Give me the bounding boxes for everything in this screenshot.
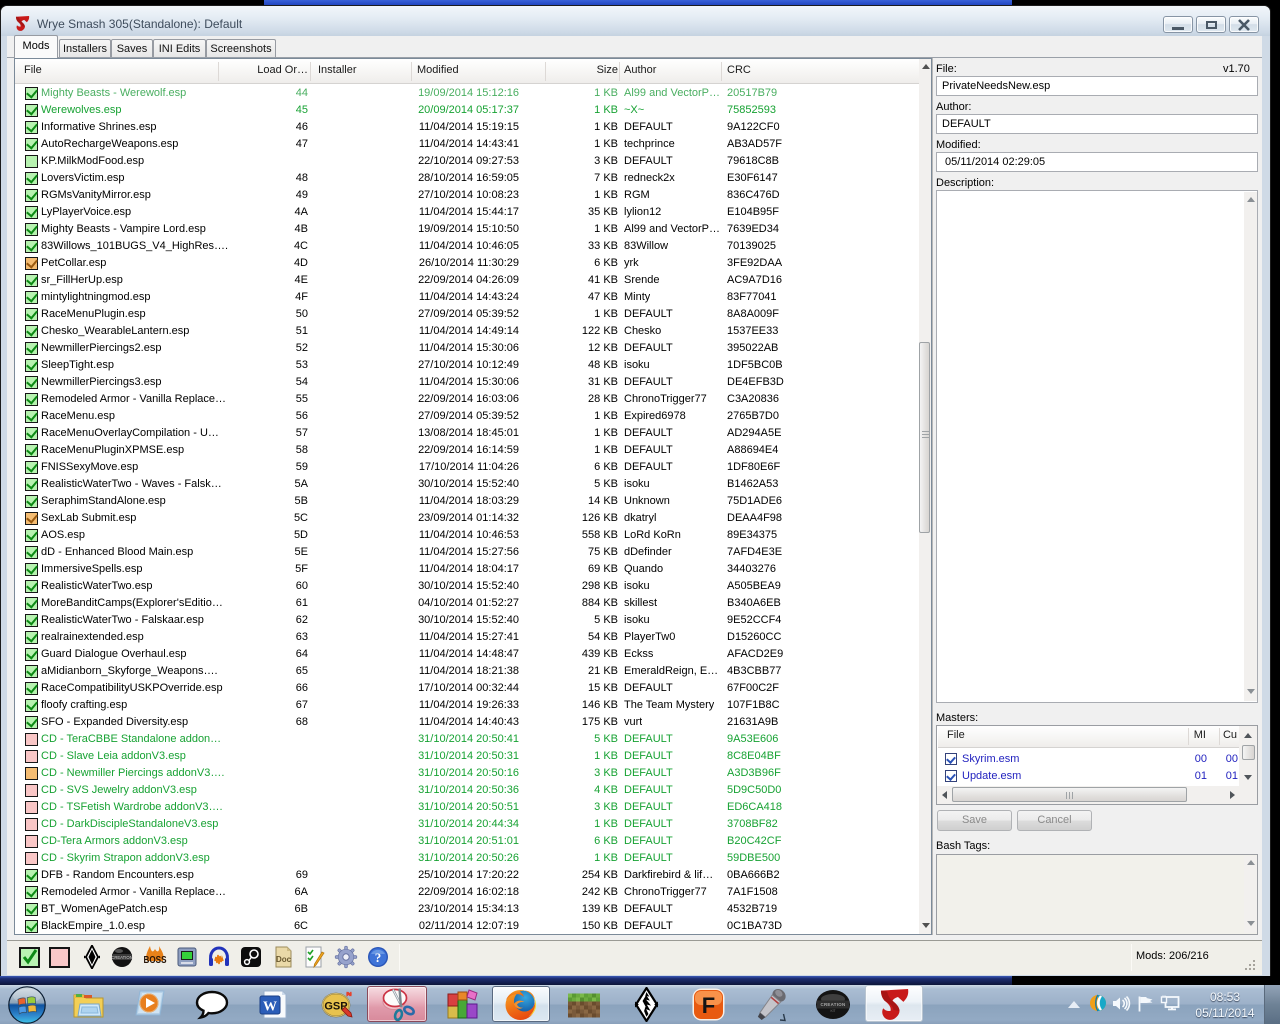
svg-text:W: W [263,1000,277,1015]
svg-text:F: F [702,993,715,1018]
svg-text:KIT: KIT [831,1009,836,1013]
svg-text:Doc: Doc [276,955,292,964]
svg-text:CREATION: CREATION [820,1002,845,1007]
svg-text:?: ? [375,950,382,965]
svg-text:CREATION: CREATION [111,955,132,960]
svg-text:BOSS: BOSS [144,954,167,966]
